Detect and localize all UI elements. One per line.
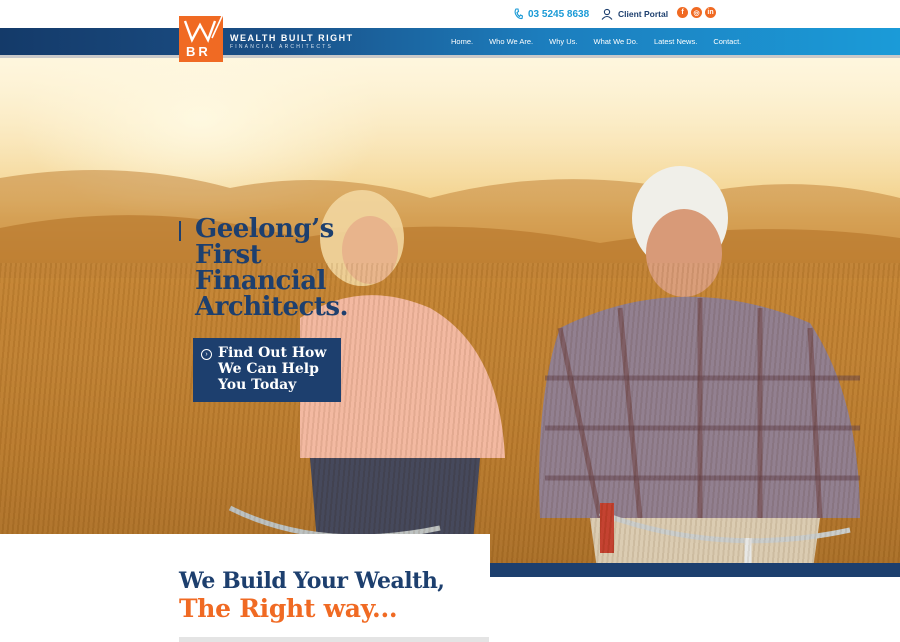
accent-stripe	[490, 563, 900, 577]
linkedin-icon[interactable]: in	[705, 7, 716, 18]
facebook-icon[interactable]: f	[677, 7, 688, 18]
hero-headline-line: Geelong’s	[195, 214, 334, 244]
logo-w-mark-icon	[183, 16, 223, 43]
nav-item-what-we-do[interactable]: What We Do.	[593, 37, 637, 46]
intro-subheading: The Right way...	[179, 594, 398, 623]
cta-label-line: Find Out How	[218, 345, 327, 361]
phone-link[interactable]: 03 5245 8638	[514, 6, 589, 22]
cta-label-line: You Today	[218, 377, 297, 393]
headline-accent-bar	[179, 221, 181, 241]
top-utility-bar: 03 5245 8638 Client Portal f ◎ in	[0, 0, 900, 28]
chevron-right-circle-icon: ›	[201, 349, 212, 360]
hero-headline-line: Financial	[195, 266, 326, 296]
phone-number: 03 5245 8638	[528, 8, 590, 20]
logo[interactable]: BR	[179, 16, 223, 62]
nav-item-contact[interactable]: Contact.	[713, 37, 741, 46]
intro-divider	[179, 637, 489, 642]
social-links: f ◎ in	[677, 7, 716, 18]
brand-name: WEALTH BUILT RIGHT	[230, 33, 354, 43]
cta-label-line: We Can Help	[218, 361, 319, 377]
phone-icon	[514, 8, 523, 20]
hero-headline-line: Architects.	[195, 292, 349, 322]
nav-item-why-us[interactable]: Why Us.	[549, 37, 577, 46]
brand-wordmark[interactable]: WEALTH BUILT RIGHT FINANCIAL ARCHITECTS	[230, 33, 354, 50]
intro-heading: We Build Your Wealth,	[179, 568, 445, 594]
user-icon	[601, 8, 613, 20]
brand-subtitle: FINANCIAL ARCHITECTS	[230, 44, 333, 50]
nav-item-latest-news[interactable]: Latest News.	[654, 37, 697, 46]
client-portal-link[interactable]: Client Portal	[601, 6, 668, 22]
hero-banner: Geelong’s First Financial Architects. › …	[0, 58, 900, 563]
instagram-icon[interactable]: ◎	[691, 7, 702, 18]
cta-label: Find Out How We Can Help You Today	[218, 345, 326, 393]
nav-item-who-we-are[interactable]: Who We Are.	[489, 37, 533, 46]
client-portal-label: Client Portal	[618, 9, 669, 19]
logo-letters: BR	[186, 44, 211, 59]
nav-item-home[interactable]: Home.	[451, 37, 473, 46]
hero-grass-texture	[0, 263, 900, 563]
main-menu: Home. Who We Are. Why Us. What We Do. La…	[451, 37, 757, 46]
main-nav-bar	[0, 28, 900, 55]
hero-headline-line: First	[195, 240, 262, 270]
hero-headline: Geelong’s First Financial Architects.	[195, 214, 349, 322]
find-out-more-button[interactable]: › Find Out How We Can Help You Today	[193, 338, 341, 402]
